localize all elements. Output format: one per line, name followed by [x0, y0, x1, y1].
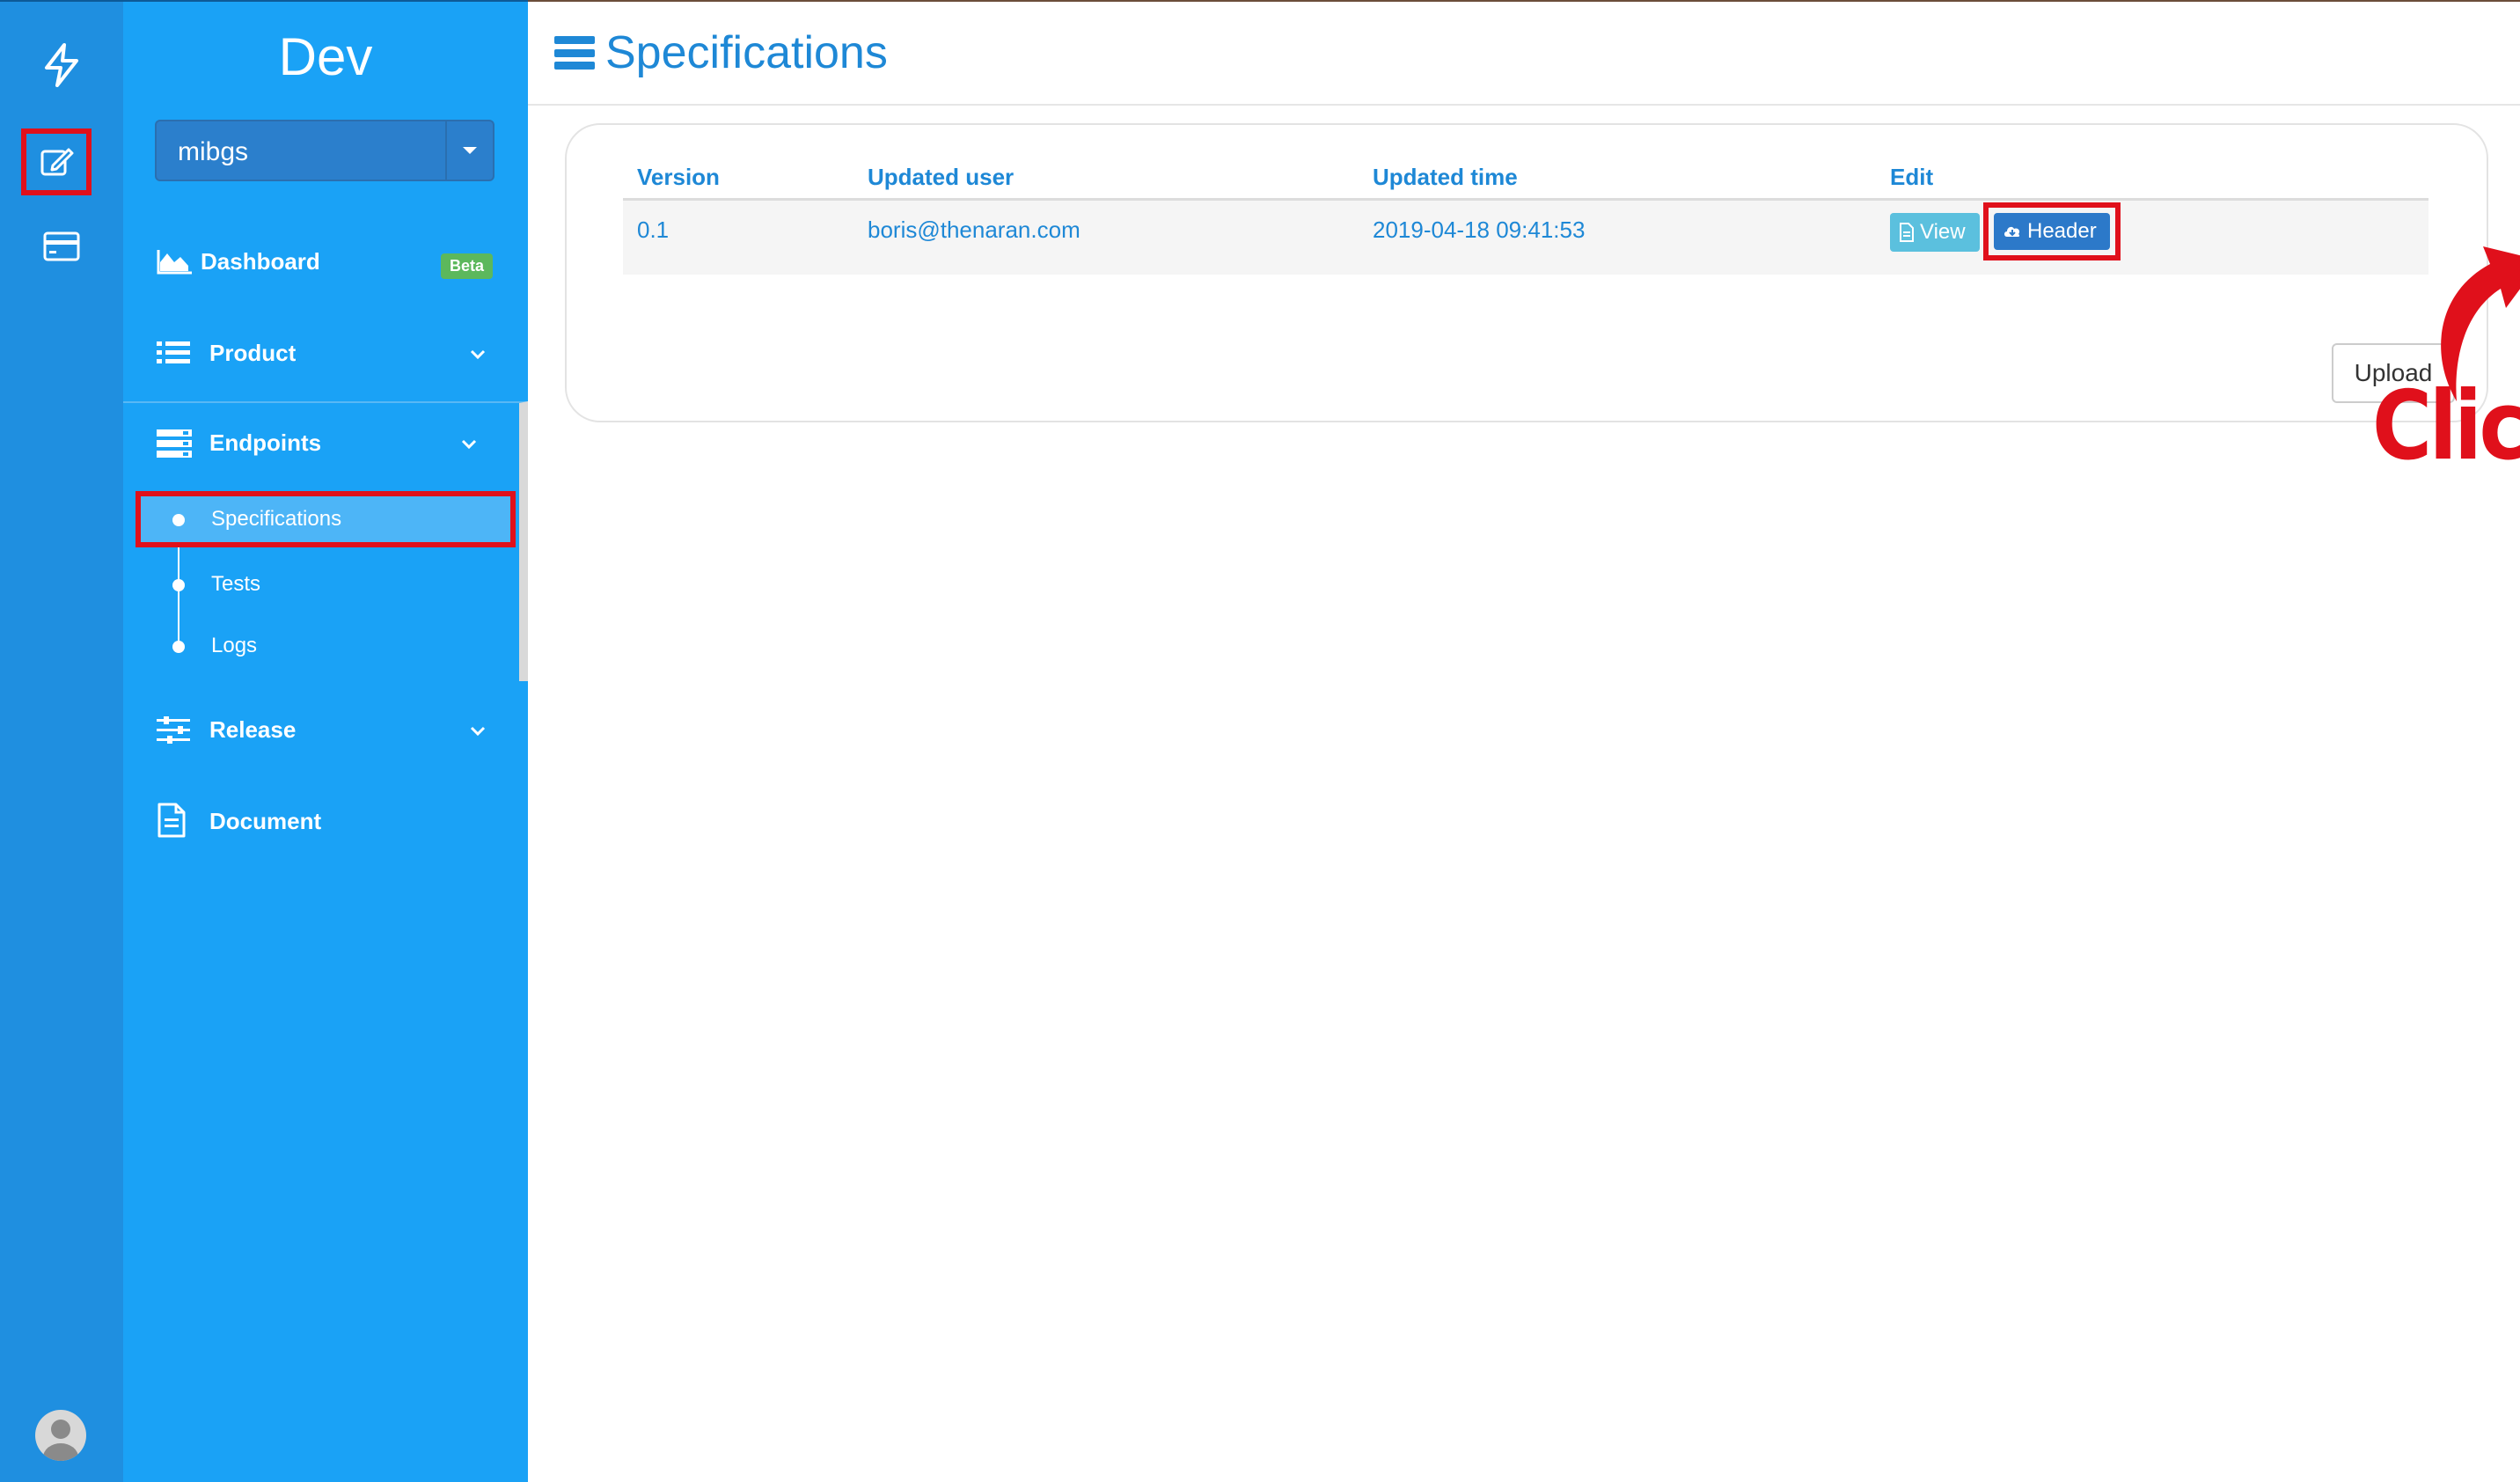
sidebar-subitem-label: Tests [211, 572, 261, 596]
main-content: Specifications Version Updated user Upda… [528, 0, 2520, 1482]
cloud-download-icon [2004, 226, 2020, 237]
sidebar-item-endpoints[interactable]: Endpoints [123, 400, 528, 488]
chevron-down-icon [459, 433, 479, 452]
annotation-click-text: Click [2372, 371, 2520, 481]
area-chart-icon [157, 248, 192, 278]
file-icon [1900, 223, 1914, 242]
bullet-icon [172, 579, 185, 591]
chevron-down-icon[interactable] [445, 121, 493, 180]
chevron-down-icon [468, 720, 487, 739]
sidebar-subitem-label: Logs [211, 634, 258, 657]
view-button[interactable]: View [1890, 213, 1980, 252]
menu-icon [554, 36, 595, 70]
table-header-row: Version Updated user Updated time Edit [623, 146, 2428, 201]
sidebar-item-label: Dashboard [201, 248, 320, 275]
document-icon [157, 803, 192, 838]
card-icon[interactable] [32, 216, 92, 276]
chevron-down-icon [468, 343, 487, 363]
sidebar-subitem-label: Specifications [211, 507, 342, 531]
project-select-value: mibgs [178, 137, 249, 166]
sidebar-item-document[interactable]: Document [123, 778, 528, 866]
sliders-icon [157, 716, 192, 746]
column-header-updated-user: Updated user [868, 164, 1015, 190]
column-header-version: Version [637, 164, 720, 190]
beta-badge: Beta [440, 253, 493, 279]
sidebar: Dev mibgs Dashboard Beta Product Endpoin… [123, 0, 528, 1482]
icon-rail [0, 0, 123, 1482]
column-header-updated-time: Updated time [1373, 164, 1518, 190]
sidebar-subitem-specifications[interactable]: Specifications [136, 491, 516, 547]
sidebar-subitem-tests[interactable]: Tests [136, 556, 516, 613]
sidebar-item-label: Release [209, 716, 297, 743]
sidebar-title: Dev [278, 27, 373, 86]
header-button-highlight: Header [1983, 202, 2121, 260]
bullet-icon [172, 641, 185, 653]
page-header: Specifications [528, 2, 2520, 106]
project-select[interactable]: mibgs [155, 120, 494, 181]
header-button[interactable]: Header [1994, 213, 2110, 250]
column-header-edit: Edit [1890, 164, 1934, 190]
cell-version: 0.1 [637, 216, 670, 243]
specifications-panel: Version Updated user Updated time Edit 0… [565, 123, 2488, 422]
view-button-label: View [1920, 220, 1966, 244]
header-button-label: Header [2027, 219, 2097, 243]
sidebar-item-dashboard[interactable]: Dashboard Beta [123, 218, 528, 306]
avatar[interactable] [35, 1410, 86, 1461]
server-icon [157, 429, 192, 459]
table-row: 0.1 boris@thenaran.com 2019-04-18 09:41:… [623, 201, 2428, 275]
sidebar-item-label: Product [209, 340, 297, 366]
page-title: Specifications [554, 26, 888, 79]
cell-updated-time: 2019-04-18 09:41:53 [1373, 216, 1586, 243]
edit-icon[interactable] [21, 128, 92, 195]
sidebar-item-label: Document [209, 808, 322, 834]
bullet-icon [172, 514, 185, 526]
sidebar-subitem-logs[interactable]: Logs [136, 618, 516, 674]
sidebar-item-release[interactable]: Release [123, 686, 528, 774]
sidebar-item-label: Endpoints [209, 429, 322, 456]
page-title-text: Specifications [605, 27, 888, 78]
sidebar-item-product[interactable]: Product [123, 310, 528, 398]
list-icon [157, 340, 192, 370]
specifications-table: Version Updated user Updated time Edit 0… [623, 146, 2428, 275]
cell-updated-user[interactable]: boris@thenaran.com [868, 216, 1081, 244]
lightning-logo-icon[interactable] [32, 35, 92, 95]
